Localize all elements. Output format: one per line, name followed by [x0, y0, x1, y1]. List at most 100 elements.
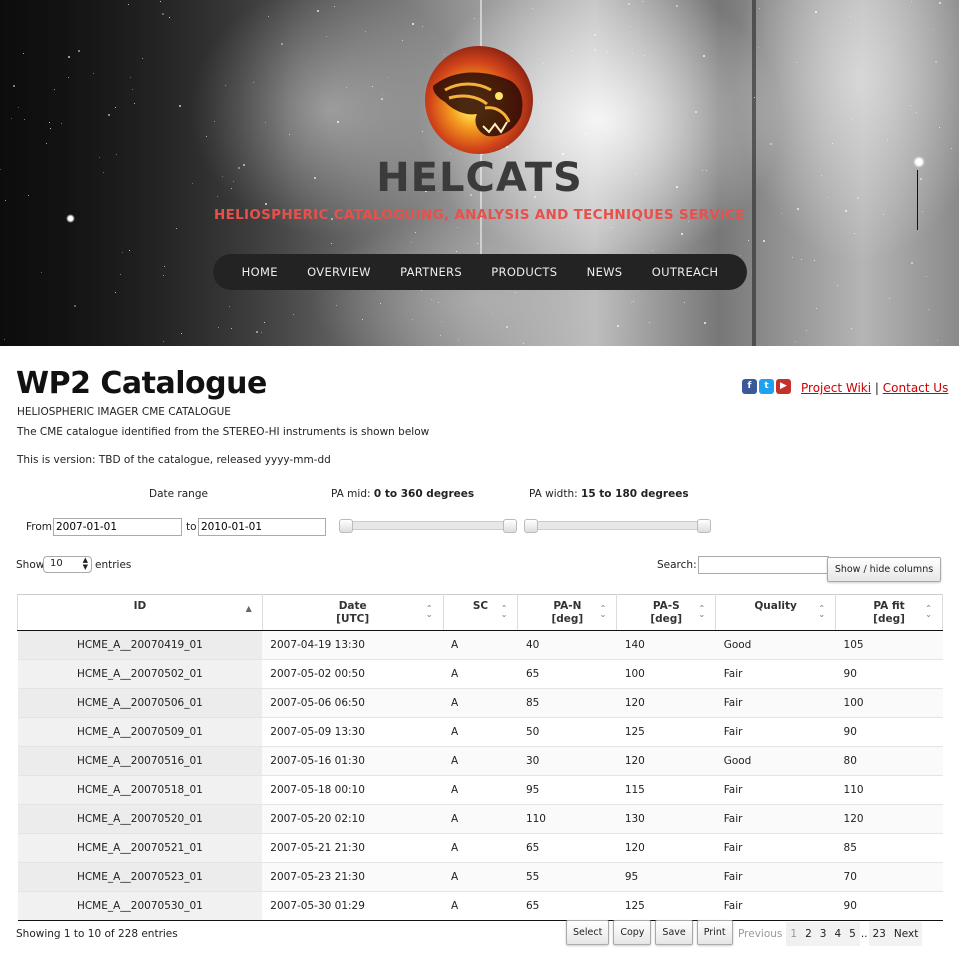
date-to-input[interactable] — [198, 518, 326, 536]
column-header-sc[interactable]: SC ⌃ ⌄ — [443, 594, 519, 631]
star — [381, 98, 384, 101]
nav-home[interactable]: HOME — [242, 265, 278, 279]
table-row[interactable]: HCME_A__20070530_01 2007-05-30 01:29 A 65 12… — [17, 891, 943, 921]
star — [938, 127, 940, 129]
entries-label: entries — [95, 559, 132, 571]
table-row[interactable]: HCME_A__20070419_01 2007-04-19 13:30 A 40 14… — [17, 630, 943, 660]
pa-mid-slider[interactable] — [339, 519, 517, 533]
pager-next[interactable]: Next — [889, 922, 923, 946]
search-input[interactable] — [698, 556, 829, 574]
column-header-pa-s[interactable]: PA-S [deg] ⌃ ⌄ — [616, 594, 717, 631]
print-button[interactable]: Print — [696, 920, 733, 945]
table-row[interactable]: HCME_A__20070516_01 2007-05-16 01:30 A 30 12… — [17, 746, 943, 776]
star — [49, 127, 51, 129]
table-row[interactable]: HCME_A__20070518_01 2007-05-18 00:10 A 95 11… — [17, 775, 943, 805]
cell-pa-s: 100 — [616, 659, 716, 689]
pa-mid-min-handle[interactable] — [339, 519, 353, 533]
cell-quality: Fair — [715, 833, 836, 863]
pa-width-min-handle[interactable] — [524, 519, 538, 533]
pager-page-2[interactable]: 2 — [801, 922, 816, 946]
star — [934, 61, 937, 64]
contact-us-link[interactable]: Contact Us — [883, 381, 949, 395]
star — [364, 31, 366, 33]
pa-width-max-handle[interactable] — [697, 519, 711, 533]
nav-outreach[interactable]: OUTREACH — [652, 265, 719, 279]
column-header-pa-fit[interactable]: PA fit [deg] ⌃ ⌄ — [835, 594, 943, 631]
star — [562, 228, 564, 230]
cell-quality: Good — [715, 630, 836, 660]
cell-sc: A — [443, 746, 518, 776]
twitter-icon[interactable]: t — [759, 379, 774, 394]
date-from-input[interactable] — [53, 518, 182, 536]
nav-products[interactable]: PRODUCTS — [491, 265, 557, 279]
pager-page-5[interactable]: 5 — [845, 922, 860, 946]
star — [831, 143, 833, 145]
star — [218, 326, 220, 328]
star — [333, 6, 335, 8]
column-header-id[interactable]: ID ▲ — [17, 594, 263, 631]
star — [815, 307, 817, 309]
nav-news[interactable]: NEWS — [587, 265, 623, 279]
star — [3, 338, 5, 340]
table-row[interactable]: HCME_A__20070523_01 2007-05-23 21:30 A 55 95… — [17, 862, 943, 892]
star — [538, 102, 540, 104]
cell-pa-n: 65 — [517, 659, 617, 689]
cell-pa-fit: 85 — [835, 833, 943, 863]
star — [800, 258, 802, 260]
star — [477, 243, 479, 245]
facebook-icon[interactable]: f — [742, 379, 757, 394]
cell-pa-fit: 105 — [835, 630, 943, 660]
star — [12, 84, 15, 87]
table-row[interactable]: HCME_A__20070506_01 2007-05-06 06:50 A 85 12… — [17, 688, 943, 718]
cell-sc: A — [443, 717, 518, 747]
column-header-quality[interactable]: Quality ⌃ ⌄ — [715, 594, 837, 631]
table-row[interactable]: HCME_A__20070502_01 2007-05-02 00:50 A 65 10… — [17, 659, 943, 689]
star — [938, 1, 941, 4]
star — [703, 322, 706, 325]
select-button[interactable]: Select — [566, 920, 610, 945]
cell-id: HCME_A__20070521_01 — [17, 833, 263, 863]
nav-partners[interactable]: PARTNERS — [400, 265, 462, 279]
pa-mid-max-handle[interactable] — [503, 519, 517, 533]
cell-date: 2007-05-16 01:30 — [262, 746, 444, 776]
table-row[interactable]: HCME_A__20070521_01 2007-05-21 21:30 A 65 12… — [17, 833, 943, 863]
pager-ellipsis: .. — [860, 928, 868, 940]
pa-mid-value: 0 to 360 degrees — [373, 488, 475, 500]
cell-pa-fit: 100 — [835, 688, 943, 718]
panther-logo-icon[interactable] — [425, 46, 533, 154]
star — [594, 34, 597, 37]
pager-page-last[interactable]: 23 — [868, 922, 890, 946]
pager-page-4[interactable]: 4 — [830, 922, 846, 946]
column-header-date[interactable]: Date [UTC] ⌃ ⌄ — [262, 594, 444, 631]
star — [506, 326, 509, 329]
pager-previous[interactable]: Previous — [734, 922, 786, 946]
cell-pa-n: 65 — [517, 891, 617, 921]
page-length-select[interactable]: 10 ▲ ▼ — [43, 556, 92, 573]
star — [836, 284, 838, 286]
column-header-label: PA-S — [652, 600, 680, 612]
project-wiki-link[interactable]: Project Wiki — [801, 381, 871, 395]
star — [492, 313, 494, 315]
star — [649, 321, 651, 323]
copy-button[interactable]: Copy — [613, 920, 652, 945]
star — [695, 110, 698, 113]
pager-page-3[interactable]: 3 — [815, 922, 831, 946]
pager-page-1[interactable]: 1 — [786, 922, 802, 946]
youtube-icon[interactable]: ▶ — [776, 379, 791, 394]
cell-id: HCME_A__20070516_01 — [17, 746, 263, 776]
site-tagline: HELIOSPHERIC CATALOGUING, ANALYSIS AND T… — [214, 207, 745, 223]
star — [473, 18, 475, 19]
cell-id: HCME_A__20070520_01 — [17, 804, 263, 834]
version-text: This is version: TBD of the catalogue, r… — [17, 454, 331, 466]
nav-overview[interactable]: OVERVIEW — [307, 265, 371, 279]
column-header-pa-n[interactable]: PA-N [deg] ⌃ ⌄ — [517, 594, 618, 631]
column-visibility-button[interactable]: Show / hide columns — [827, 557, 941, 582]
save-button[interactable]: Save — [655, 920, 693, 945]
star — [440, 321, 442, 323]
sort-both-icon: ⌃ ⌄ — [500, 604, 508, 619]
table-row[interactable]: HCME_A__20070509_01 2007-05-09 13:30 A 50 12… — [17, 717, 943, 747]
column-header-label: ID — [133, 600, 147, 612]
table-row[interactable]: HCME_A__20070520_01 2007-05-20 02:10 A 110 1… — [17, 804, 943, 834]
pa-width-slider[interactable] — [524, 519, 711, 533]
column-header-unit: [deg] — [650, 613, 683, 625]
